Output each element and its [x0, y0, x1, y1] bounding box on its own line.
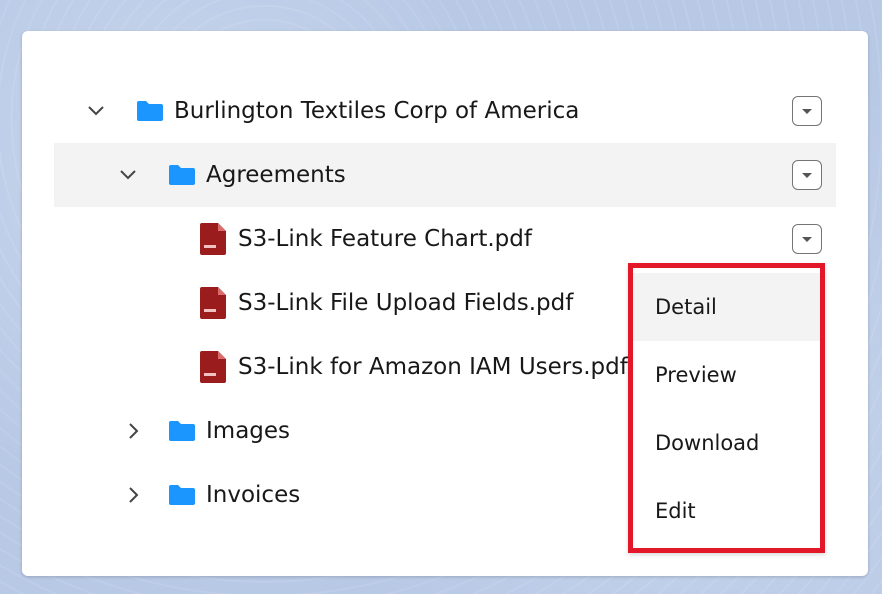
chevron-right-icon[interactable] — [126, 487, 142, 503]
menu-item-detail[interactable]: Detail — [633, 273, 820, 341]
menu-item-download[interactable]: Download — [633, 409, 820, 477]
tree-row-agreements[interactable]: Agreements — [54, 143, 836, 207]
file-tree-card: Burlington Textiles Corp of America Agre… — [22, 31, 868, 576]
pdf-icon — [200, 287, 226, 319]
row-menu-button[interactable] — [792, 160, 822, 190]
chevron-down-icon[interactable] — [88, 103, 104, 119]
tree-label-invoices: Invoices — [206, 482, 301, 508]
tree-label-agreements: Agreements — [206, 162, 346, 188]
row-menu-button[interactable] — [792, 96, 822, 126]
folder-icon — [136, 100, 164, 122]
tree-label-file: S3-Link Feature Chart.pdf — [238, 226, 532, 252]
tree-row-file[interactable]: S3-Link Feature Chart.pdf — [54, 207, 836, 271]
folder-icon — [168, 420, 196, 442]
folder-icon — [168, 484, 196, 506]
row-action-dropdown: Detail Preview Download Edit — [628, 263, 825, 553]
pdf-icon — [200, 223, 226, 255]
tree-label-file: S3-Link File Upload Fields.pdf — [238, 290, 574, 316]
pdf-icon — [200, 351, 226, 383]
folder-icon — [168, 164, 196, 186]
tree-label-root: Burlington Textiles Corp of America — [174, 98, 580, 124]
menu-item-edit[interactable]: Edit — [633, 477, 820, 545]
tree-label-file: S3-Link for Amazon IAM Users.pdf — [238, 354, 628, 380]
chevron-right-icon[interactable] — [126, 423, 142, 439]
tree-label-images: Images — [206, 418, 291, 444]
row-menu-button[interactable] — [792, 224, 822, 254]
menu-item-preview[interactable]: Preview — [633, 341, 820, 409]
tree-row-root-folder[interactable]: Burlington Textiles Corp of America — [54, 79, 836, 143]
chevron-down-icon[interactable] — [120, 167, 136, 183]
